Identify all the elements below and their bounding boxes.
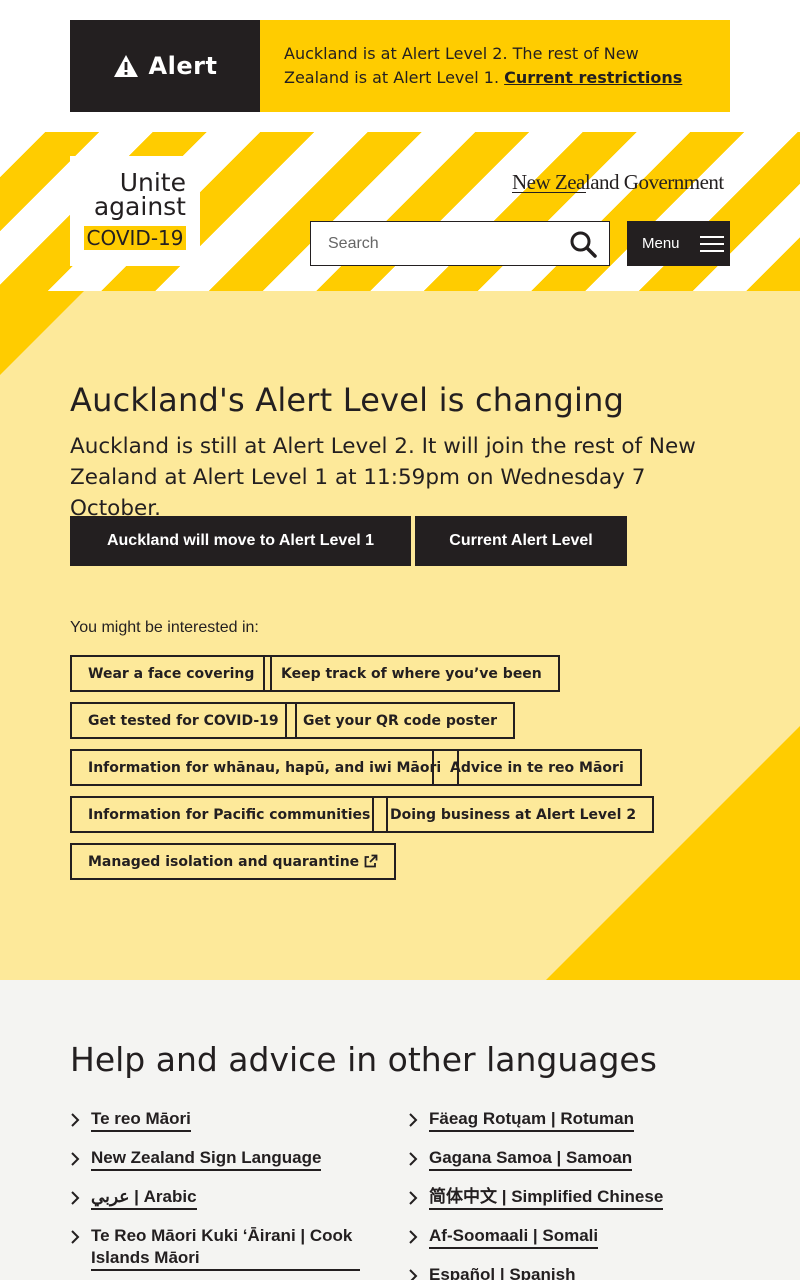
languages-title: Help and advice in other languages: [70, 1040, 657, 1079]
language-item: عربي | Arabic: [70, 1186, 197, 1210]
link-business-level-2[interactable]: Doing business at Alert Level 2: [372, 796, 655, 833]
current-restrictions-link[interactable]: Current restrictions: [504, 68, 682, 87]
current-alert-level-button[interactable]: Current Alert Level: [415, 516, 627, 566]
link-managed-isolation[interactable]: Managed isolation and quarantine: [70, 843, 397, 880]
hero-section: Auckland's Alert Level is changing Auckl…: [0, 291, 800, 980]
external-link-icon: [364, 854, 378, 868]
hero-subtitle: Auckland is still at Alert Level 2. It w…: [70, 434, 696, 521]
link-te-reo-advice[interactable]: Advice in te reo Māori: [432, 749, 642, 786]
language-link-nzsl[interactable]: New Zealand Sign Language: [91, 1147, 322, 1171]
menu-button[interactable]: Menu: [627, 221, 730, 266]
language-item: Fäeag Rotųam | Rotuman: [408, 1108, 634, 1132]
alert-message-block: Auckland is at Alert Level 2. The rest o…: [260, 20, 730, 112]
warning-icon: [113, 55, 138, 77]
language-link-simplified-chinese[interactable]: 简体中文 | Simplified Chinese: [429, 1186, 664, 1210]
chevron-right-icon: [71, 1152, 80, 1166]
alert-banner: Alert Auckland is at Alert Level 2. The …: [70, 20, 730, 112]
language-item: Te reo Māori: [70, 1108, 191, 1132]
language-link-somali[interactable]: Af-Soomaali | Somali: [429, 1225, 599, 1249]
chevron-right-icon: [409, 1230, 418, 1244]
search-icon[interactable]: [569, 230, 597, 258]
link-get-tested[interactable]: Get tested for COVID-19: [70, 702, 297, 739]
unite-against-covid-logo[interactable]: Unite against COVID-19: [70, 156, 200, 266]
link-qr-poster[interactable]: Get your QR code poster: [285, 702, 515, 739]
language-item: New Zealand Sign Language: [70, 1147, 322, 1171]
logo-line-2: against: [93, 192, 186, 221]
menu-label: Menu: [642, 235, 680, 252]
language-link-spanish[interactable]: Español | Spanish: [429, 1264, 575, 1280]
chevron-right-icon: [409, 1191, 418, 1205]
interest-label: You might be interested in:: [70, 619, 259, 636]
language-link-samoan[interactable]: Gagana Samoa | Samoan: [429, 1147, 633, 1171]
languages-section: Help and advice in other languages Te re…: [0, 980, 800, 1280]
chevron-right-icon: [409, 1113, 418, 1127]
chevron-right-icon: [409, 1269, 418, 1280]
chevron-right-icon: [71, 1230, 80, 1244]
chevron-right-icon: [71, 1113, 80, 1127]
language-item: Gagana Samoa | Samoan: [408, 1147, 633, 1171]
chevron-right-icon: [409, 1152, 418, 1166]
language-item: Af-Soomaali | Somali: [408, 1225, 599, 1249]
move-to-level-1-button[interactable]: Auckland will move to Alert Level 1: [70, 516, 411, 566]
link-whanau-info[interactable]: Information for whānau, hapū, and iwi Mā…: [70, 749, 460, 786]
logo-line-3: COVID-19: [84, 226, 186, 250]
link-face-covering[interactable]: Wear a face covering: [70, 655, 273, 692]
search-input[interactable]: [311, 222, 551, 265]
hero-title: Auckland's Alert Level is changing: [70, 381, 625, 419]
link-managed-isolation-label: Managed isolation and quarantine: [88, 853, 360, 870]
language-item: 简体中文 | Simplified Chinese: [408, 1186, 664, 1210]
search-box: [310, 221, 610, 266]
link-pacific-info[interactable]: Information for Pacific communities: [70, 796, 389, 833]
language-link-arabic[interactable]: عربي | Arabic: [91, 1186, 197, 1210]
stripe-decoration-top-left: [0, 291, 84, 375]
chevron-right-icon: [71, 1191, 80, 1205]
alert-label-block: Alert: [70, 20, 260, 112]
link-keep-track[interactable]: Keep track of where you’ve been: [263, 655, 560, 692]
govt-logo-underline: [512, 192, 586, 193]
language-link-cook-islands-maori[interactable]: Te Reo Māori Kuki ‘Āirani | Cook Islands…: [91, 1225, 360, 1271]
alert-label: Alert: [148, 52, 218, 80]
language-item: Español | Spanish: [408, 1264, 575, 1280]
language-link-rotuman[interactable]: Fäeag Rotųam | Rotuman: [429, 1108, 634, 1132]
hamburger-icon: [699, 235, 724, 252]
site-header: Unite against COVID-19 New Zealand Gover…: [0, 132, 800, 291]
language-link-te-reo-maori[interactable]: Te reo Māori: [91, 1108, 191, 1132]
language-item: Te Reo Māori Kuki ‘Āirani | Cook Islands…: [70, 1225, 360, 1271]
